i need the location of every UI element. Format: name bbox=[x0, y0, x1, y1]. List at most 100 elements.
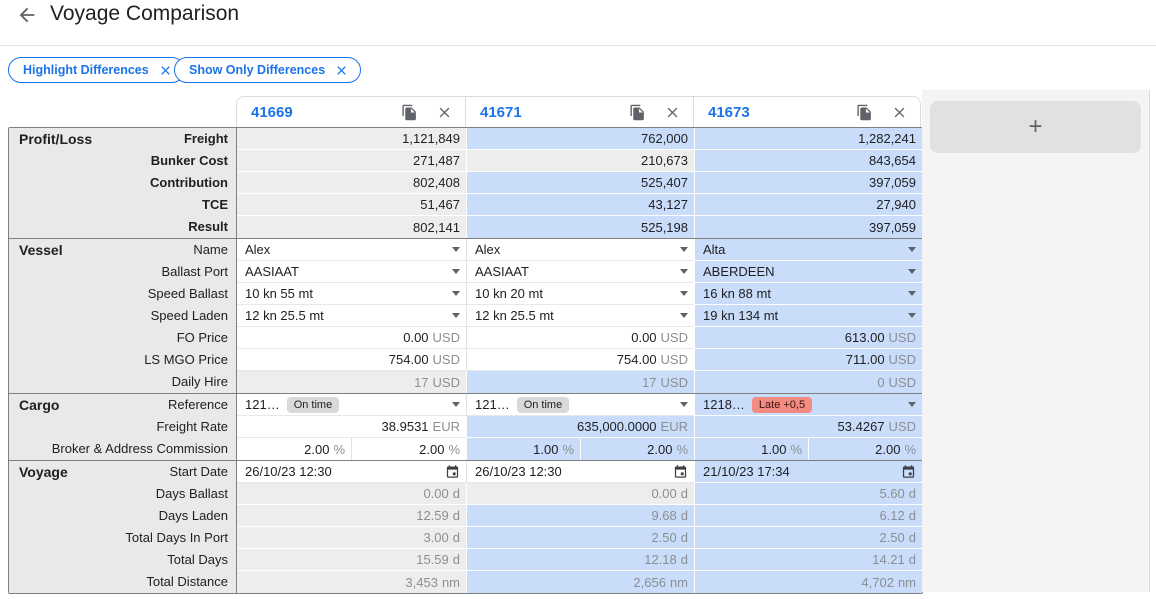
cell-unit: USD bbox=[888, 352, 916, 367]
cell-value: 635,000.0000 bbox=[577, 419, 657, 434]
cell-41671-fo-price[interactable]: 0.00 USD bbox=[466, 327, 694, 349]
cell-value: 2,656 bbox=[633, 574, 666, 590]
voyage-id-link[interactable]: 41671 bbox=[480, 104, 522, 121]
cell-41669-broker-address-commission[interactable]: 2.00% 2.00% bbox=[237, 438, 466, 460]
back-button[interactable] bbox=[14, 4, 40, 30]
cell-unit: % bbox=[676, 441, 688, 457]
cell-value: AASIAAT bbox=[245, 264, 299, 279]
calendar-icon[interactable] bbox=[673, 464, 688, 479]
commission-sub-cell[interactable]: 2.00% bbox=[580, 438, 694, 460]
cell-41671-freight-rate[interactable]: 635,000.0000 EUR bbox=[466, 416, 694, 438]
table-row-days-laden: Days Laden 12.59 d 9.68 d 6.12 d bbox=[9, 505, 922, 527]
cell-41673-total-days-in-port: 2.50 d bbox=[694, 527, 922, 549]
cell-41669-days-ballast: 0.00 d bbox=[237, 483, 466, 505]
calendar-icon[interactable] bbox=[445, 464, 460, 479]
cell-41669-name[interactable]: Alex bbox=[237, 239, 466, 261]
voyage-column-header-41673: 41673 bbox=[693, 96, 921, 127]
cell-41669-fo-price[interactable]: 0.00 USD bbox=[237, 327, 466, 349]
cell-41669-speed-laden[interactable]: 12 kn 25.5 mt bbox=[237, 305, 466, 327]
cell-41673-ballast-port[interactable]: ABERDEEN bbox=[694, 261, 922, 283]
row-label-contribution: Contribution bbox=[9, 172, 237, 194]
close-icon[interactable] bbox=[335, 64, 348, 77]
cell-value: 16 kn 88 mt bbox=[703, 286, 771, 301]
row-label-days-ballast: Days Ballast bbox=[9, 483, 237, 505]
voyage-id-link[interactable]: 41669 bbox=[251, 104, 293, 121]
cell-value: 19 kn 134 mt bbox=[703, 308, 779, 323]
cell-41673-start-date[interactable]: 21/10/23 17:34 bbox=[694, 461, 922, 483]
cell-41673-speed-ballast[interactable]: 16 kn 88 mt bbox=[694, 283, 922, 305]
table-row-ls-mgo-price: LS MGO Price 754.00 USD 754.00 USD 711.00 USD bbox=[9, 349, 922, 371]
commission-sub-cell[interactable]: 2.00% bbox=[351, 438, 466, 460]
status-badge: On time bbox=[516, 396, 570, 413]
row-label-broker-address-commission: Broker & Address Commission bbox=[9, 438, 237, 460]
group-title-profit-loss: Profit/Loss bbox=[19, 131, 93, 147]
cell-unit: USD bbox=[660, 374, 688, 390]
cell-41669-result: 802,141 bbox=[237, 216, 466, 238]
commission-sub-cell[interactable]: 1.00% bbox=[695, 438, 808, 460]
table-row-name: Name Alex Alex Alta bbox=[9, 239, 922, 261]
close-column-icon[interactable] bbox=[665, 105, 680, 120]
cell-41669-reference[interactable]: 121… On time bbox=[237, 394, 466, 416]
cell-value: 21/10/23 17:34 bbox=[703, 464, 790, 479]
commission-sub-cell[interactable]: 2.00% bbox=[808, 438, 922, 460]
commission-sub-cell[interactable]: 1.00% bbox=[467, 438, 580, 460]
cell-value: 10 kn 55 mt bbox=[245, 286, 313, 301]
cell-41673-name[interactable]: Alta bbox=[694, 239, 922, 261]
chevron-down-icon bbox=[908, 247, 916, 252]
cell-41671-ballast-port[interactable]: AASIAAT bbox=[466, 261, 694, 283]
cell-value: 121… bbox=[475, 397, 510, 412]
cell-41669-ls-mgo-price[interactable]: 754.00 USD bbox=[237, 349, 466, 371]
filter-chip-highlight-differences[interactable]: Highlight Differences bbox=[8, 57, 185, 83]
cell-value: 12 kn 25.5 mt bbox=[475, 308, 554, 323]
cell-41671-daily-hire: 17 USD bbox=[466, 371, 694, 393]
cell-unit: % bbox=[562, 441, 574, 457]
copy-voyage-icon[interactable] bbox=[629, 104, 646, 121]
voyage-id-link[interactable]: 41673 bbox=[708, 104, 750, 121]
cell-value: 754.00 bbox=[388, 352, 429, 367]
cell-41671-speed-laden[interactable]: 12 kn 25.5 mt bbox=[466, 305, 694, 327]
chevron-down-icon bbox=[452, 269, 460, 274]
cell-41673-broker-address-commission[interactable]: 1.00% 2.00% bbox=[694, 438, 922, 460]
cell-41671-start-date[interactable]: 26/10/23 12:30 bbox=[466, 461, 694, 483]
cell-41673-speed-laden[interactable]: 19 kn 134 mt bbox=[694, 305, 922, 327]
cell-41671-reference[interactable]: 121… On time bbox=[466, 394, 694, 416]
chevron-down-icon bbox=[452, 247, 460, 252]
cell-41669-freight-rate[interactable]: 38.9531 EUR bbox=[237, 416, 466, 438]
cell-41673-ls-mgo-price[interactable]: 711.00 USD bbox=[694, 349, 922, 371]
add-column-panel: + bbox=[922, 90, 1150, 592]
chevron-down-icon bbox=[908, 402, 916, 407]
cell-41669-speed-ballast[interactable]: 10 kn 55 mt bbox=[237, 283, 466, 305]
cell-value: 4,702 bbox=[861, 574, 894, 590]
cell-unit: d bbox=[452, 486, 460, 501]
section-cargo: Cargo Reference 121… On time 121… On time 1218… bbox=[9, 393, 922, 460]
row-label-result: Result bbox=[9, 216, 237, 238]
cell-41669-tce: 51,467 bbox=[237, 194, 466, 216]
cell-41671-name[interactable]: Alex bbox=[466, 239, 694, 261]
table-row-tce: TCE 51,467 43,127 27,940 bbox=[9, 194, 922, 216]
cell-41671-ls-mgo-price[interactable]: 754.00 USD bbox=[466, 349, 694, 371]
close-icon[interactable] bbox=[159, 64, 172, 77]
copy-voyage-icon[interactable] bbox=[856, 104, 873, 121]
calendar-icon[interactable] bbox=[901, 464, 916, 479]
commission-sub-cell[interactable]: 2.00% bbox=[237, 438, 351, 460]
group-title-cargo: Cargo bbox=[19, 397, 60, 413]
cell-value: 802,141 bbox=[413, 219, 460, 235]
cell-value: 0.00 bbox=[631, 330, 657, 345]
close-column-icon[interactable] bbox=[437, 105, 452, 120]
cell-41673-days-laden: 6.12 d bbox=[694, 505, 922, 527]
cell-41669-start-date[interactable]: 26/10/23 12:30 bbox=[237, 461, 466, 483]
cell-41673-freight-rate[interactable]: 53.4267 USD bbox=[694, 416, 922, 438]
cell-unit: d bbox=[908, 530, 916, 545]
cell-value: 17 bbox=[414, 374, 429, 390]
cell-41673-reference[interactable]: 1218… Late +0,5 bbox=[694, 394, 922, 416]
copy-voyage-icon[interactable] bbox=[401, 104, 418, 121]
cell-41671-speed-ballast[interactable]: 10 kn 20 mt bbox=[466, 283, 694, 305]
cell-41673-fo-price[interactable]: 613.00 USD bbox=[694, 327, 922, 349]
chevron-down-icon bbox=[680, 247, 688, 252]
cell-41669-ballast-port[interactable]: AASIAAT bbox=[237, 261, 466, 283]
add-voyage-button[interactable]: + bbox=[930, 101, 1141, 153]
table-row-speed-laden: Speed Laden 12 kn 25.5 mt 12 kn 25.5 mt 19 … bbox=[9, 305, 922, 327]
close-column-icon[interactable] bbox=[892, 105, 907, 120]
filter-chip-show-only-differences[interactable]: Show Only Differences bbox=[174, 57, 362, 83]
cell-41671-broker-address-commission[interactable]: 1.00% 2.00% bbox=[466, 438, 694, 460]
